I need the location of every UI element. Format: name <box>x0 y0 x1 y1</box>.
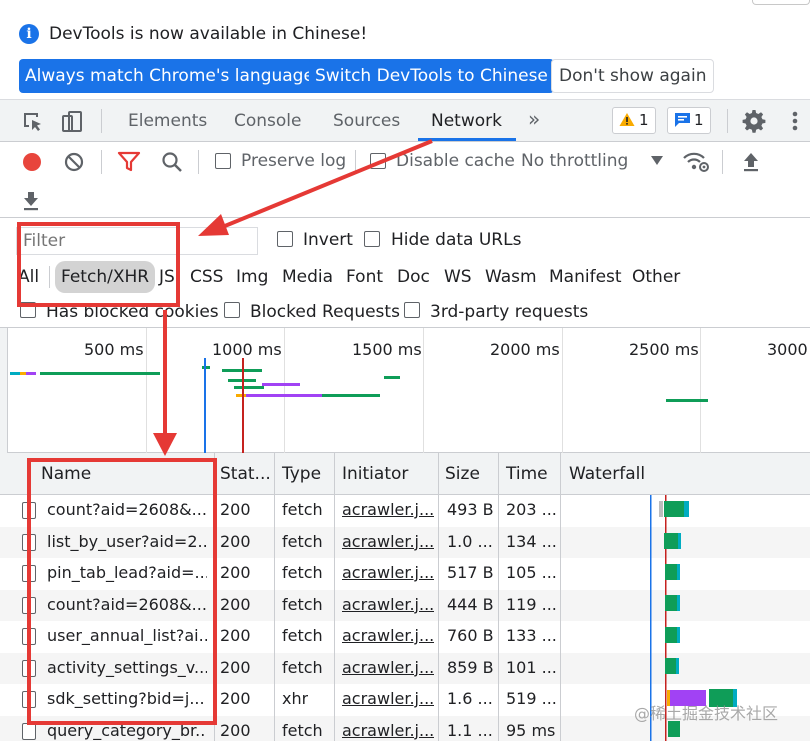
watermark: @稀土掘金技术社区 <box>634 704 779 723</box>
annotation-arrows <box>153 139 433 456</box>
